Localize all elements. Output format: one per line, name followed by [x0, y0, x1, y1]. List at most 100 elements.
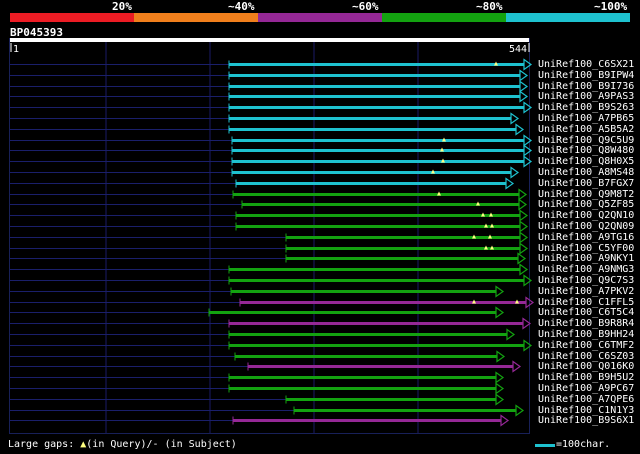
hit-bar: [229, 117, 511, 120]
hit-bar: [236, 225, 520, 228]
hit-label[interactable]: UniRef100_Q2QN09: [538, 221, 634, 232]
hit-bar: [229, 106, 524, 109]
gaps-in-subject: (in Subject): [158, 439, 237, 450]
hit-bar: [233, 419, 501, 422]
hit-label[interactable]: UniRef100_A9TG16: [538, 232, 634, 243]
hit-bar: [229, 387, 496, 390]
gaps-prefix: Large gaps:: [8, 439, 81, 450]
hit-label[interactable]: UniRef100_Q8H0X5: [538, 156, 634, 167]
hit-bar: [286, 398, 496, 401]
hit-bar: [248, 365, 513, 368]
hit-bar: [232, 171, 511, 174]
hit-arrow-icon: [519, 263, 529, 276]
hit-bar: [229, 333, 507, 336]
hit-arrow-icon: [519, 242, 529, 255]
hit-arrow-icon: [519, 90, 529, 103]
hit-label[interactable]: UniRef100_B9H5U2: [538, 372, 634, 383]
hit-label[interactable]: UniRef100_A9NKY1: [538, 253, 634, 264]
hit-label[interactable]: UniRef100_C6T5C4: [538, 307, 634, 318]
hit-arrow-icon: [515, 404, 525, 417]
hit-label[interactable]: UniRef100_C6TMF2: [538, 340, 634, 351]
hit-bar: [235, 355, 497, 358]
hit-bar: [229, 344, 524, 347]
hit-bar: [229, 85, 520, 88]
hit-label[interactable]: UniRef100_Q5ZF85: [538, 199, 634, 210]
legend-segment: [134, 13, 259, 22]
hit-bar: [209, 311, 496, 314]
hit-label[interactable]: UniRef100_Q016K0: [538, 361, 634, 372]
hit-bar: [240, 301, 526, 304]
hit-bar: [236, 214, 520, 217]
hit-arrow-icon: [495, 393, 505, 406]
hit-label[interactable]: UniRef100_Q2QN10: [538, 210, 634, 221]
hit-label[interactable]: UniRef100_B9HH24: [538, 329, 634, 340]
hit-bar: [232, 139, 524, 142]
hit-bar: [229, 74, 520, 77]
hit-bar: [294, 409, 516, 412]
scale-label: =100char.: [556, 439, 611, 450]
hit-label[interactable]: UniRef100_A7QPE6: [538, 394, 634, 405]
legend-segment: [506, 13, 630, 22]
legend-segment: [258, 13, 383, 22]
hit-arrow-icon: [496, 350, 506, 363]
percent-label-60: ~60%: [352, 0, 379, 13]
legend-segment: [382, 13, 507, 22]
hit-label[interactable]: UniRef100_C6SX21: [538, 59, 634, 70]
hit-bar: [229, 63, 524, 66]
percent-label-20: 20%: [112, 0, 132, 13]
query-line: [10, 38, 529, 42]
hit-bar: [229, 95, 520, 98]
hit-arrow-icon: [519, 220, 529, 233]
hit-arrow-icon: [506, 328, 516, 341]
hit-label[interactable]: UniRef100_A7PB65: [538, 113, 634, 124]
hit-arrow-icon: [495, 382, 505, 395]
hit-bar: [231, 290, 496, 293]
hit-bar: [229, 268, 520, 271]
hit-bar: [229, 128, 516, 131]
hit-arrow-icon: [515, 123, 525, 136]
hit-label[interactable]: UniRef100_A5B5A2: [538, 124, 634, 135]
hit-arrow-icon: [519, 80, 529, 93]
percent-label-80: ~80%: [476, 0, 503, 13]
hit-label[interactable]: UniRef100_A8MS48: [538, 167, 634, 178]
hit-arrow-icon: [522, 317, 532, 330]
hit-bar: [229, 322, 523, 325]
hit-arrow-icon: [495, 285, 505, 298]
hit-label[interactable]: UniRef100_A7PKV2: [538, 286, 634, 297]
hit-bar: [229, 279, 524, 282]
hit-label[interactable]: UniRef100_Q8W480: [538, 145, 634, 156]
hit-label[interactable]: UniRef100_B9R8R4: [538, 318, 634, 329]
hit-arrow-icon: [519, 209, 529, 222]
hit-label[interactable]: UniRef100_B7FGX7: [538, 178, 634, 189]
query-start-label: 1: [13, 44, 19, 55]
hit-label[interactable]: UniRef100_B9S263: [538, 102, 634, 113]
hit-bar: [286, 236, 520, 239]
query-id: BP045393: [10, 26, 63, 39]
hit-arrow-icon: [510, 166, 520, 179]
hit-arrow-icon: [495, 371, 505, 384]
percent-label-100: ~100%: [594, 0, 628, 13]
scale-bar: [535, 444, 555, 447]
hit-label[interactable]: UniRef100_Q9C7S3: [538, 275, 634, 286]
gaps-in-query: (in Query)/: [86, 439, 153, 450]
hit-arrow-icon: [512, 360, 522, 373]
hit-arrow-icon: [518, 188, 528, 201]
hit-arrow-icon: [519, 69, 529, 82]
hit-bar: [232, 149, 524, 152]
hit-bar: [233, 193, 519, 196]
hit-arrow-icon: [505, 177, 515, 190]
hit-label[interactable]: UniRef100_A9PC67: [538, 383, 634, 394]
hit-arrow-icon: [510, 112, 520, 125]
hit-label[interactable]: UniRef100_A9PAS3: [538, 91, 634, 102]
percent-label-40: ~40%: [228, 0, 255, 13]
color-legend-bar: [10, 13, 630, 22]
hit-label[interactable]: UniRef100_B9IPW4: [538, 70, 634, 81]
legend-segment: [10, 13, 135, 22]
hit-bar: [229, 376, 496, 379]
hit-arrow-icon: [500, 414, 510, 427]
hit-label[interactable]: UniRef100_A9NMG3: [538, 264, 634, 275]
hit-bar: [236, 182, 506, 185]
hit-arrow-icon: [495, 306, 505, 319]
hit-arrow-icon: [517, 252, 527, 265]
hit-label[interactable]: UniRef100_B9S6X1: [538, 415, 634, 426]
